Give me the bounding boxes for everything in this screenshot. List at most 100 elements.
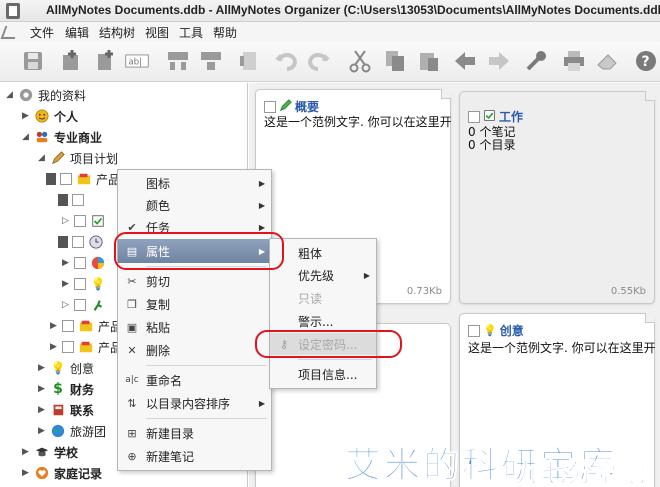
tree-item-child-1[interactable] [58, 190, 88, 210]
expand-icon[interactable]: ▶ [22, 111, 32, 121]
expand-icon[interactable]: ▷ [62, 300, 72, 310]
tree-checkbox[interactable] [74, 299, 86, 311]
menu-item-cut[interactable]: ✂ 剪切 [118, 270, 271, 292]
tree-icon[interactable] [165, 48, 191, 74]
page-fold [645, 91, 655, 101]
tree-item-school[interactable]: ▶ 学校 [22, 442, 78, 462]
tree-checkbox[interactable] [60, 173, 72, 185]
tree-item-child-6[interactable]: ▷ [62, 295, 110, 315]
submenu-item-info[interactable]: 项目信息... [270, 363, 376, 385]
menu-item-sort[interactable]: ⇅ 以目录内容排序 ▶ [118, 392, 271, 414]
paste-icon[interactable] [416, 48, 442, 74]
note-card-work[interactable]: 工作 0 个笔记 0 个目录 0.55Kb [459, 91, 655, 304]
expand-icon[interactable]: ▶ [38, 426, 48, 436]
tree-item-personal[interactable]: ▶ 个人 [22, 106, 78, 126]
tree-item-product-1[interactable]: 产品 [46, 169, 120, 189]
tree-item-product-2[interactable]: ▶ 产品 [50, 316, 122, 336]
tree-checkbox[interactable] [74, 215, 86, 227]
tree-item-project-plan[interactable]: ◢ 项目计划 [38, 148, 118, 168]
help-icon[interactable]: ? [633, 48, 659, 74]
checked-note-icon [90, 213, 106, 229]
menu-file[interactable]: 文件 [30, 24, 54, 41]
back-icon[interactable] [452, 48, 478, 74]
collapse-icon[interactable]: ◢ [22, 132, 32, 142]
tree-checkbox[interactable] [62, 320, 74, 332]
collapse-icon[interactable]: ◢ [38, 153, 48, 163]
tree-checkbox[interactable] [74, 278, 86, 290]
menu-label: 新建目录 [146, 426, 195, 441]
printer-icon[interactable] [561, 48, 587, 74]
menu-item-properties[interactable]: ▤ 属性 ▶ [118, 239, 271, 263]
note-title: 概要 [295, 100, 320, 114]
menu-item-delete[interactable]: ✕ 删除 [118, 339, 271, 361]
new-note-icon[interactable] [92, 48, 118, 74]
expand-icon[interactable]: ▶ [38, 405, 48, 415]
expand-icon[interactable]: ▶ [22, 468, 32, 478]
rename-icon: a|c [125, 375, 139, 385]
cut-icon[interactable] [347, 48, 373, 74]
note-checkbox[interactable] [468, 110, 480, 123]
menu-item-new-folder[interactable]: ⊞ 新建目录 [118, 422, 271, 444]
menu-tools[interactable]: 工具 [179, 24, 203, 41]
note-body: 0 个笔记 0 个目录 [468, 126, 515, 152]
submenu-item-alarm[interactable]: 警示... [270, 310, 376, 332]
submenu-item-readonly[interactable]: 只读 [270, 287, 376, 309]
menu-item-new-note[interactable]: ⊕ 新建笔记 [118, 445, 271, 467]
tree-item-child-5[interactable]: ▶ 💡 [62, 274, 110, 294]
submenu-item-set-password[interactable]: ⚷ 设定密码... [270, 333, 376, 355]
tree-item-root[interactable]: ◢ 我的资料 [6, 85, 86, 105]
tree-item-creative[interactable]: ▶ 💡 创意 [38, 358, 94, 378]
expand-icon[interactable]: ▶ [38, 384, 48, 394]
expand-icon[interactable]: ▶ [22, 447, 32, 457]
tree-item-contact[interactable]: ▶ 联系 [38, 400, 94, 420]
menu-item-icon[interactable]: 图标 ▶ [118, 172, 271, 194]
menu-corner-icon [0, 26, 20, 39]
expand-icon[interactable]: ▶ [50, 321, 60, 331]
collapse-icon[interactable]: ◢ [6, 90, 16, 100]
forward-icon[interactable] [486, 48, 512, 74]
tree-checkbox[interactable] [62, 341, 74, 353]
tree-item-business[interactable]: ◢ 专业商业 [22, 127, 102, 147]
menu-item-color[interactable]: 颜色 ▶ [118, 194, 271, 216]
expand-icon[interactable]: ▶ [50, 342, 60, 352]
tools-icon[interactable] [523, 48, 549, 74]
tree-checkbox[interactable] [74, 257, 86, 269]
menu-help[interactable]: 帮助 [213, 24, 237, 41]
menu-item-task[interactable]: ✔ 任务 ▶ [118, 216, 271, 238]
copy-icon[interactable] [382, 48, 408, 74]
menu-item-rename[interactable]: a|c 重命名 [118, 369, 271, 391]
submenu-item-bold[interactable]: 粗体 [270, 242, 376, 264]
tree-item-travel[interactable]: ▶ 旅游团 [38, 421, 106, 441]
expand-icon[interactable]: ▶ [38, 363, 48, 373]
menu-item-copy[interactable]: ❐ 复制 [118, 293, 271, 315]
tree-checkbox[interactable] [72, 236, 84, 248]
tree-checkbox[interactable] [72, 194, 84, 206]
tree-item-child-3[interactable] [58, 232, 108, 252]
redo-icon[interactable] [306, 48, 332, 74]
note-checkbox[interactable] [468, 324, 480, 337]
menu-tree[interactable]: 结构树 [99, 24, 135, 41]
print-icon[interactable] [236, 48, 262, 74]
root-icon [18, 87, 34, 103]
save-icon[interactable] [20, 48, 46, 74]
expand-icon[interactable]: ▶ [62, 258, 72, 268]
tree-item-finance[interactable]: ▶ $ 财务 [38, 379, 94, 399]
expand-icon[interactable]: ▷ [62, 216, 72, 226]
submenu-item-priority[interactable]: 优先级 ▶ [270, 264, 376, 286]
submenu-arrow-icon: ▶ [258, 246, 265, 256]
tree-item-child-4[interactable]: ▶ [62, 253, 110, 273]
menu-edit[interactable]: 编辑 [65, 24, 89, 41]
eraser-icon[interactable] [595, 48, 621, 74]
tree-item-child-2[interactable]: ▷ [62, 211, 110, 231]
note-header: 💡 创意 [468, 322, 524, 339]
tree-item-product-3[interactable]: ▶ 产品 [50, 337, 122, 357]
note-checkbox[interactable] [264, 100, 276, 113]
undo-icon[interactable] [273, 48, 299, 74]
tree-item-family[interactable]: ▶ 家庭记录 [22, 463, 102, 483]
rename-icon[interactable]: ab| [124, 48, 154, 74]
expand-icon[interactable]: ▶ [62, 279, 72, 289]
menu-view[interactable]: 视图 [145, 24, 169, 41]
print-tree-icon[interactable] [198, 48, 224, 74]
new-folder-icon[interactable] [58, 48, 84, 74]
menu-item-paste[interactable]: ▣ 粘贴 [118, 316, 271, 338]
